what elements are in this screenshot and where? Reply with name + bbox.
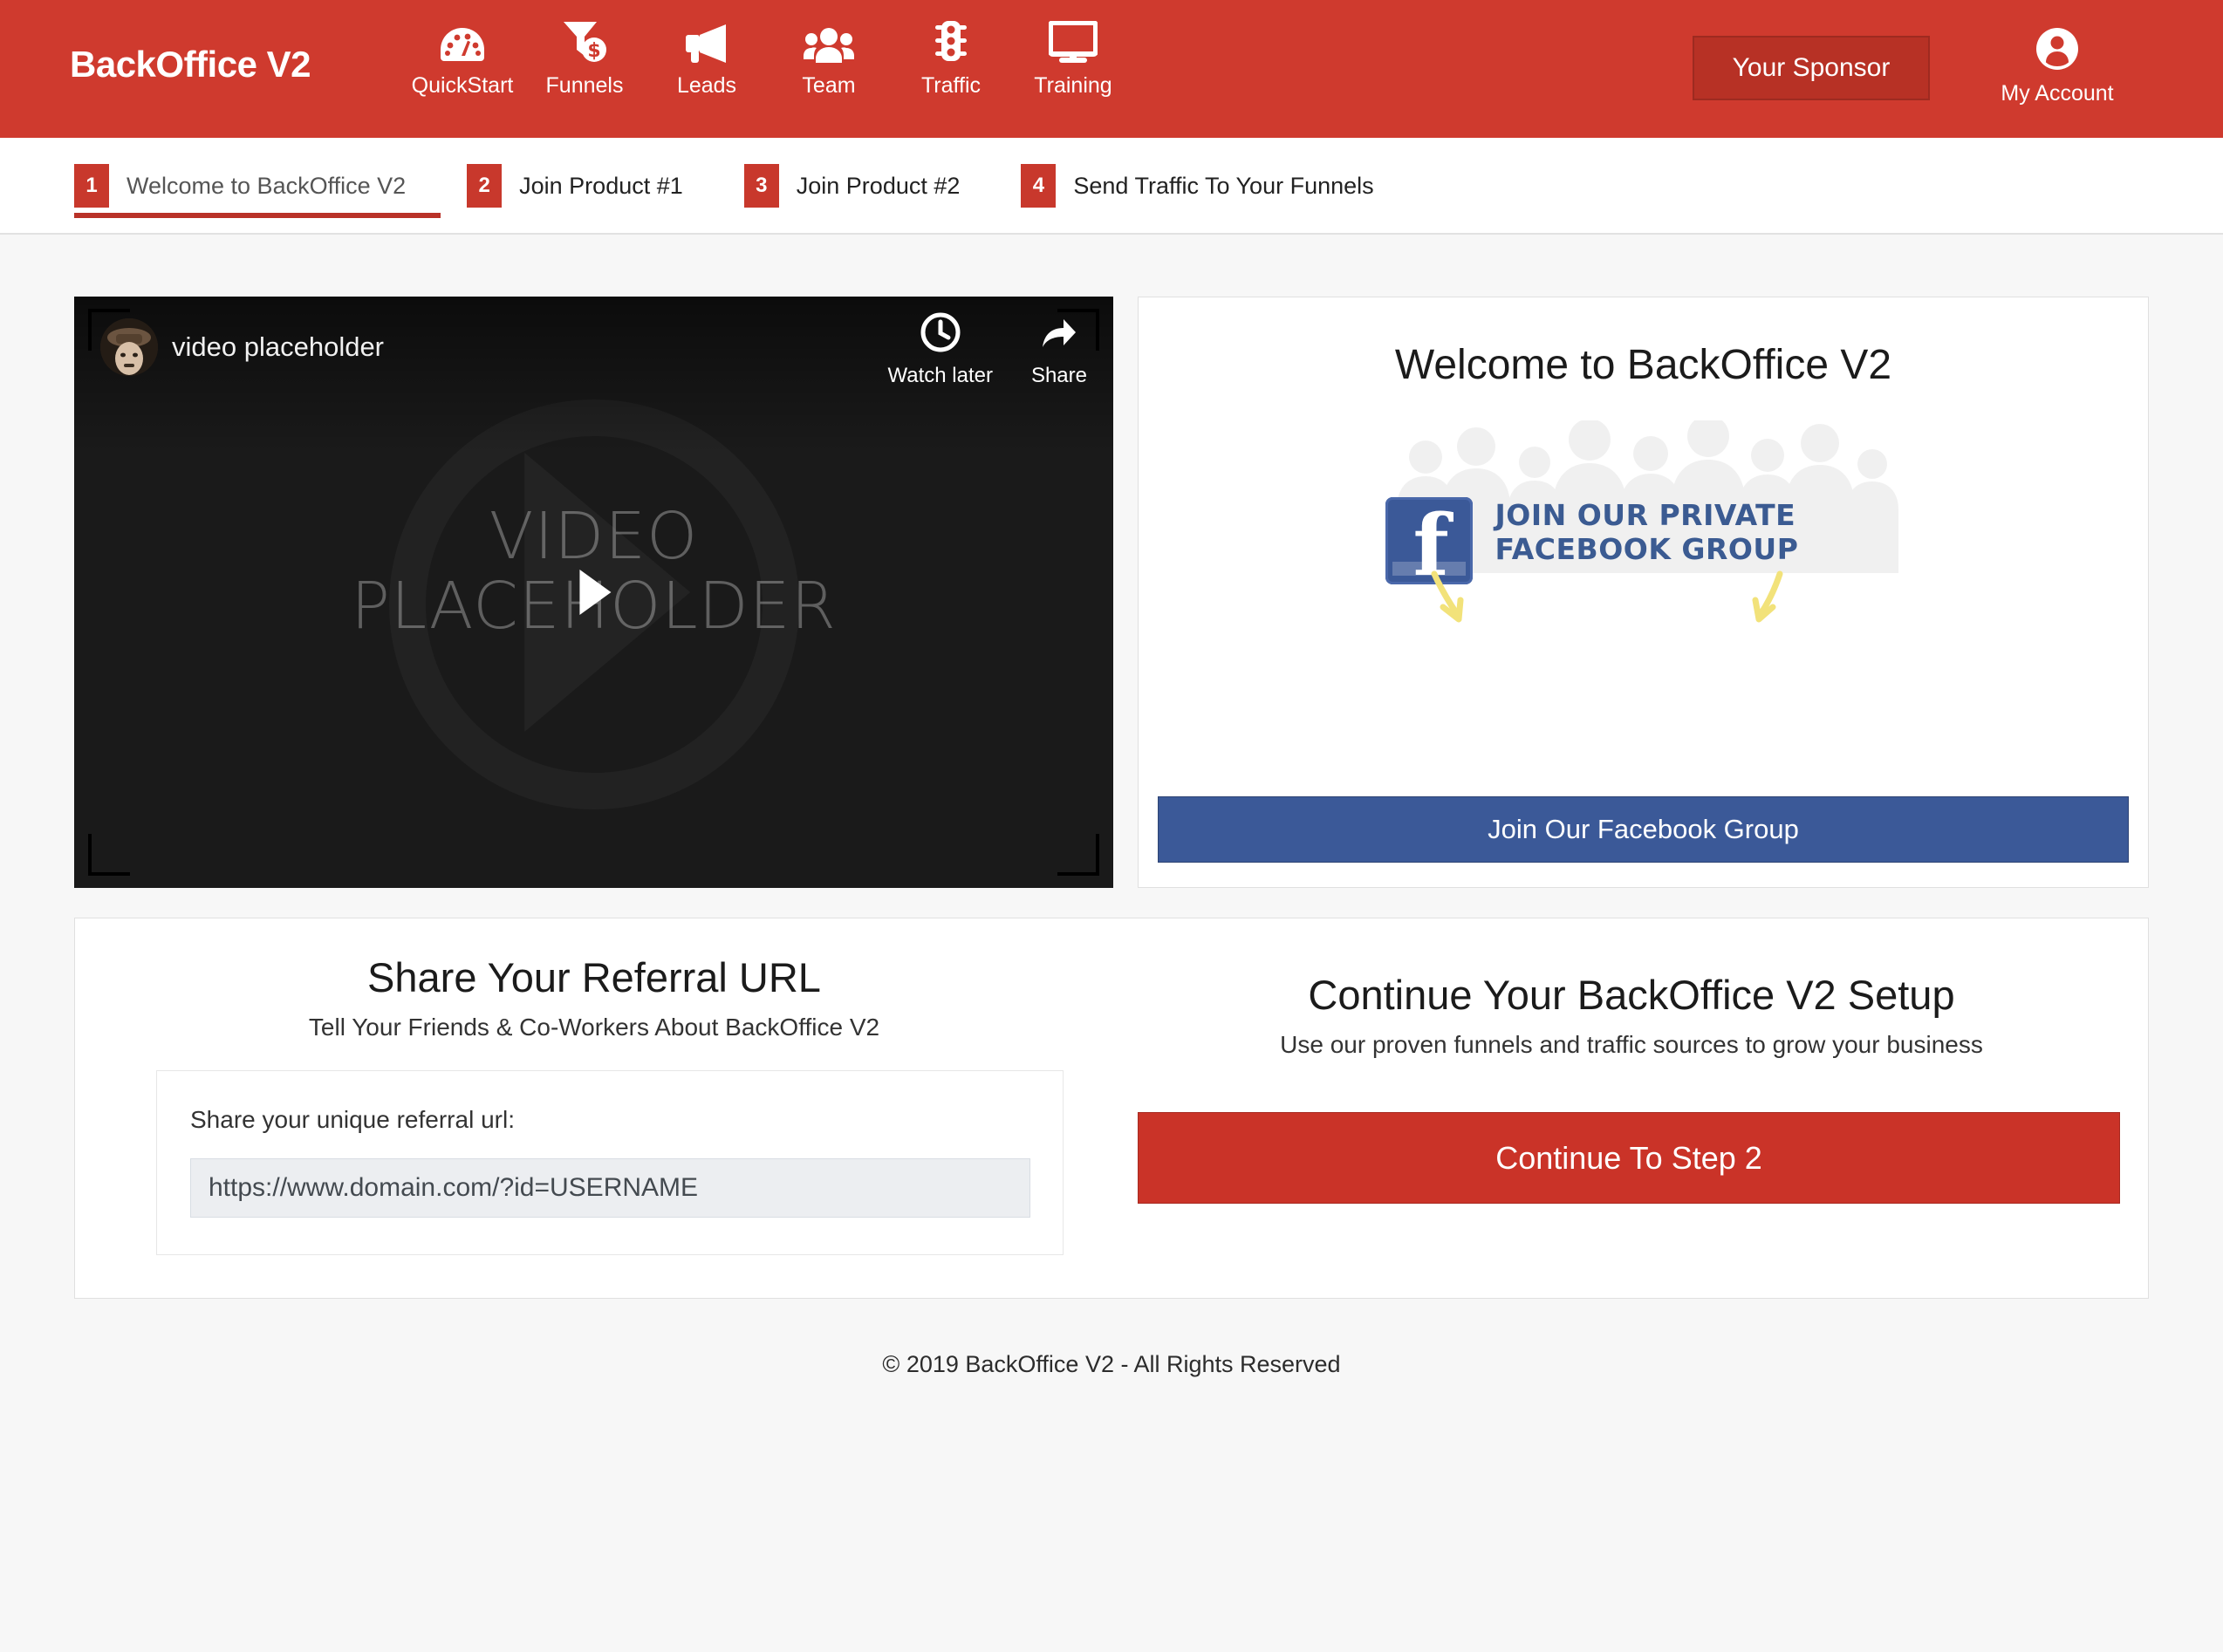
channel-avatar[interactable] xyxy=(100,318,158,376)
page-root: BackOffice V2 QuickStart $ Funnels Leads… xyxy=(0,0,2223,1652)
step-tabs-bar: 1 Welcome to BackOffice V2 2 Join Produc… xyxy=(0,138,2223,234)
step-number-3: 3 xyxy=(743,164,779,208)
referral-url-input[interactable] xyxy=(190,1158,1030,1218)
share-label: Share xyxy=(1030,364,1087,387)
your-sponsor-button[interactable]: Your Sponsor xyxy=(1693,36,1930,100)
bottom-panel: Share Your Referral URL Tell Your Friend… xyxy=(74,918,2149,1299)
video-corner-bl xyxy=(88,834,130,876)
referral-field-label: Share your unique referral url: xyxy=(190,1106,515,1133)
megaphone-icon xyxy=(684,19,729,65)
watch-later-label: Watch later xyxy=(887,364,993,387)
nav-item-traffic[interactable]: Traffic xyxy=(890,19,1012,99)
nav-label-funnels: Funnels xyxy=(545,73,624,98)
step-number-1: 1 xyxy=(74,164,109,208)
setup-heading: Continue Your BackOffice V2 Setup xyxy=(1308,972,1955,1018)
step-label-2: Join Product #1 xyxy=(519,172,683,199)
step-number-4: 4 xyxy=(1021,164,1057,208)
welcome-panel-title: Welcome to BackOffice V2 xyxy=(1394,342,1892,388)
welcome-panel: Welcome to BackOffice V2 f JOIN OUR PRIV… xyxy=(1138,297,2149,888)
yellow-arrow-left-icon xyxy=(1426,570,1476,629)
main-content: VIDEO PLACEHOLDER video placeholder Watc… xyxy=(0,235,2223,1652)
main-nav: QuickStart $ Funnels Leads Team Traffic … xyxy=(401,19,1134,99)
app-brand-logo[interactable]: BackOffice V2 xyxy=(70,44,311,85)
user-circle-icon xyxy=(2035,26,2080,76)
video-actions: Watch later Share xyxy=(887,312,1087,388)
facebook-group-graphic: f JOIN OUR PRIVATE FACEBOOK GROUP xyxy=(1373,420,1914,623)
top-header-bar: BackOffice V2 QuickStart $ Funnels Leads… xyxy=(0,0,2223,138)
video-corner-br xyxy=(1057,834,1099,876)
nav-label-leads: Leads xyxy=(676,73,737,98)
my-account-label: My Account xyxy=(2001,81,2114,106)
nav-item-leads[interactable]: Leads xyxy=(646,19,768,99)
step-tab-2[interactable]: 2 Join Product #1 xyxy=(467,138,709,234)
setup-section: Continue Your BackOffice V2 Setup Use ou… xyxy=(1113,918,2150,1298)
desktop-monitor-icon xyxy=(1049,19,1098,65)
step-label-1: Welcome to BackOffice V2 xyxy=(127,172,407,199)
nav-label-traffic: Traffic xyxy=(920,73,982,98)
watch-later-button[interactable]: Watch later xyxy=(887,312,993,388)
referral-section: Share Your Referral URL Tell Your Friend… xyxy=(75,918,1113,1298)
people-group-icon xyxy=(804,19,854,65)
step-label-4: Send Traffic To Your Funnels xyxy=(1073,172,1374,199)
svg-text:$: $ xyxy=(587,40,600,62)
speedometer-icon xyxy=(439,19,486,65)
facebook-group-text: JOIN OUR PRIVATE FACEBOOK GROUP xyxy=(1495,498,1799,567)
nav-item-training[interactable]: Training xyxy=(1012,19,1134,99)
yellow-arrow-right-icon xyxy=(1741,570,1792,629)
nav-item-quickstart[interactable]: QuickStart xyxy=(401,19,523,99)
funnel-dollar-icon: $ xyxy=(562,19,607,65)
referral-url-box: Share your unique referral url: xyxy=(156,1070,1064,1255)
join-facebook-group-button[interactable]: Join Our Facebook Group xyxy=(1158,796,2129,863)
video-player[interactable]: VIDEO PLACEHOLDER video placeholder Watc… xyxy=(74,297,1113,888)
my-account-menu[interactable]: My Account xyxy=(1979,26,2136,106)
share-arrow-icon xyxy=(1039,312,1079,357)
facebook-group-line2: FACEBOOK GROUP xyxy=(1495,531,1799,566)
video-title[interactable]: video placeholder xyxy=(172,331,384,363)
facebook-group-line1: JOIN OUR PRIVATE xyxy=(1495,498,1796,532)
share-button[interactable]: Share xyxy=(1031,312,1087,388)
step-number-2: 2 xyxy=(467,164,503,208)
nav-item-team[interactable]: Team xyxy=(768,19,890,99)
step-tab-4[interactable]: 4 Send Traffic To Your Funnels xyxy=(1021,138,1399,234)
step-tab-3[interactable]: 3 Join Product #2 xyxy=(743,138,987,234)
nav-label-team: Team xyxy=(802,73,856,98)
referral-subheading: Tell Your Friends & Co-Workers About Bac… xyxy=(308,1014,880,1041)
nav-label-quickstart: QuickStart xyxy=(411,73,514,98)
play-icon[interactable] xyxy=(578,570,611,615)
nav-item-funnels[interactable]: $ Funnels xyxy=(523,19,646,99)
continue-to-step-2-button[interactable]: Continue To Step 2 xyxy=(1138,1112,2120,1204)
step-label-3: Join Product #2 xyxy=(796,172,961,199)
clock-icon xyxy=(920,312,961,357)
footer-copyright: © 2019 BackOffice V2 - All Rights Reserv… xyxy=(882,1351,1341,1377)
traffic-light-icon xyxy=(934,19,968,65)
step-tab-1[interactable]: 1 Welcome to BackOffice V2 xyxy=(74,138,441,234)
setup-subheading: Use our proven funnels and traffic sourc… xyxy=(1280,1031,1983,1058)
referral-heading: Share Your Referral URL xyxy=(367,954,821,1000)
nav-label-training: Training xyxy=(1034,73,1112,98)
step-tabs: 1 Welcome to BackOffice V2 2 Join Produc… xyxy=(74,138,1435,234)
